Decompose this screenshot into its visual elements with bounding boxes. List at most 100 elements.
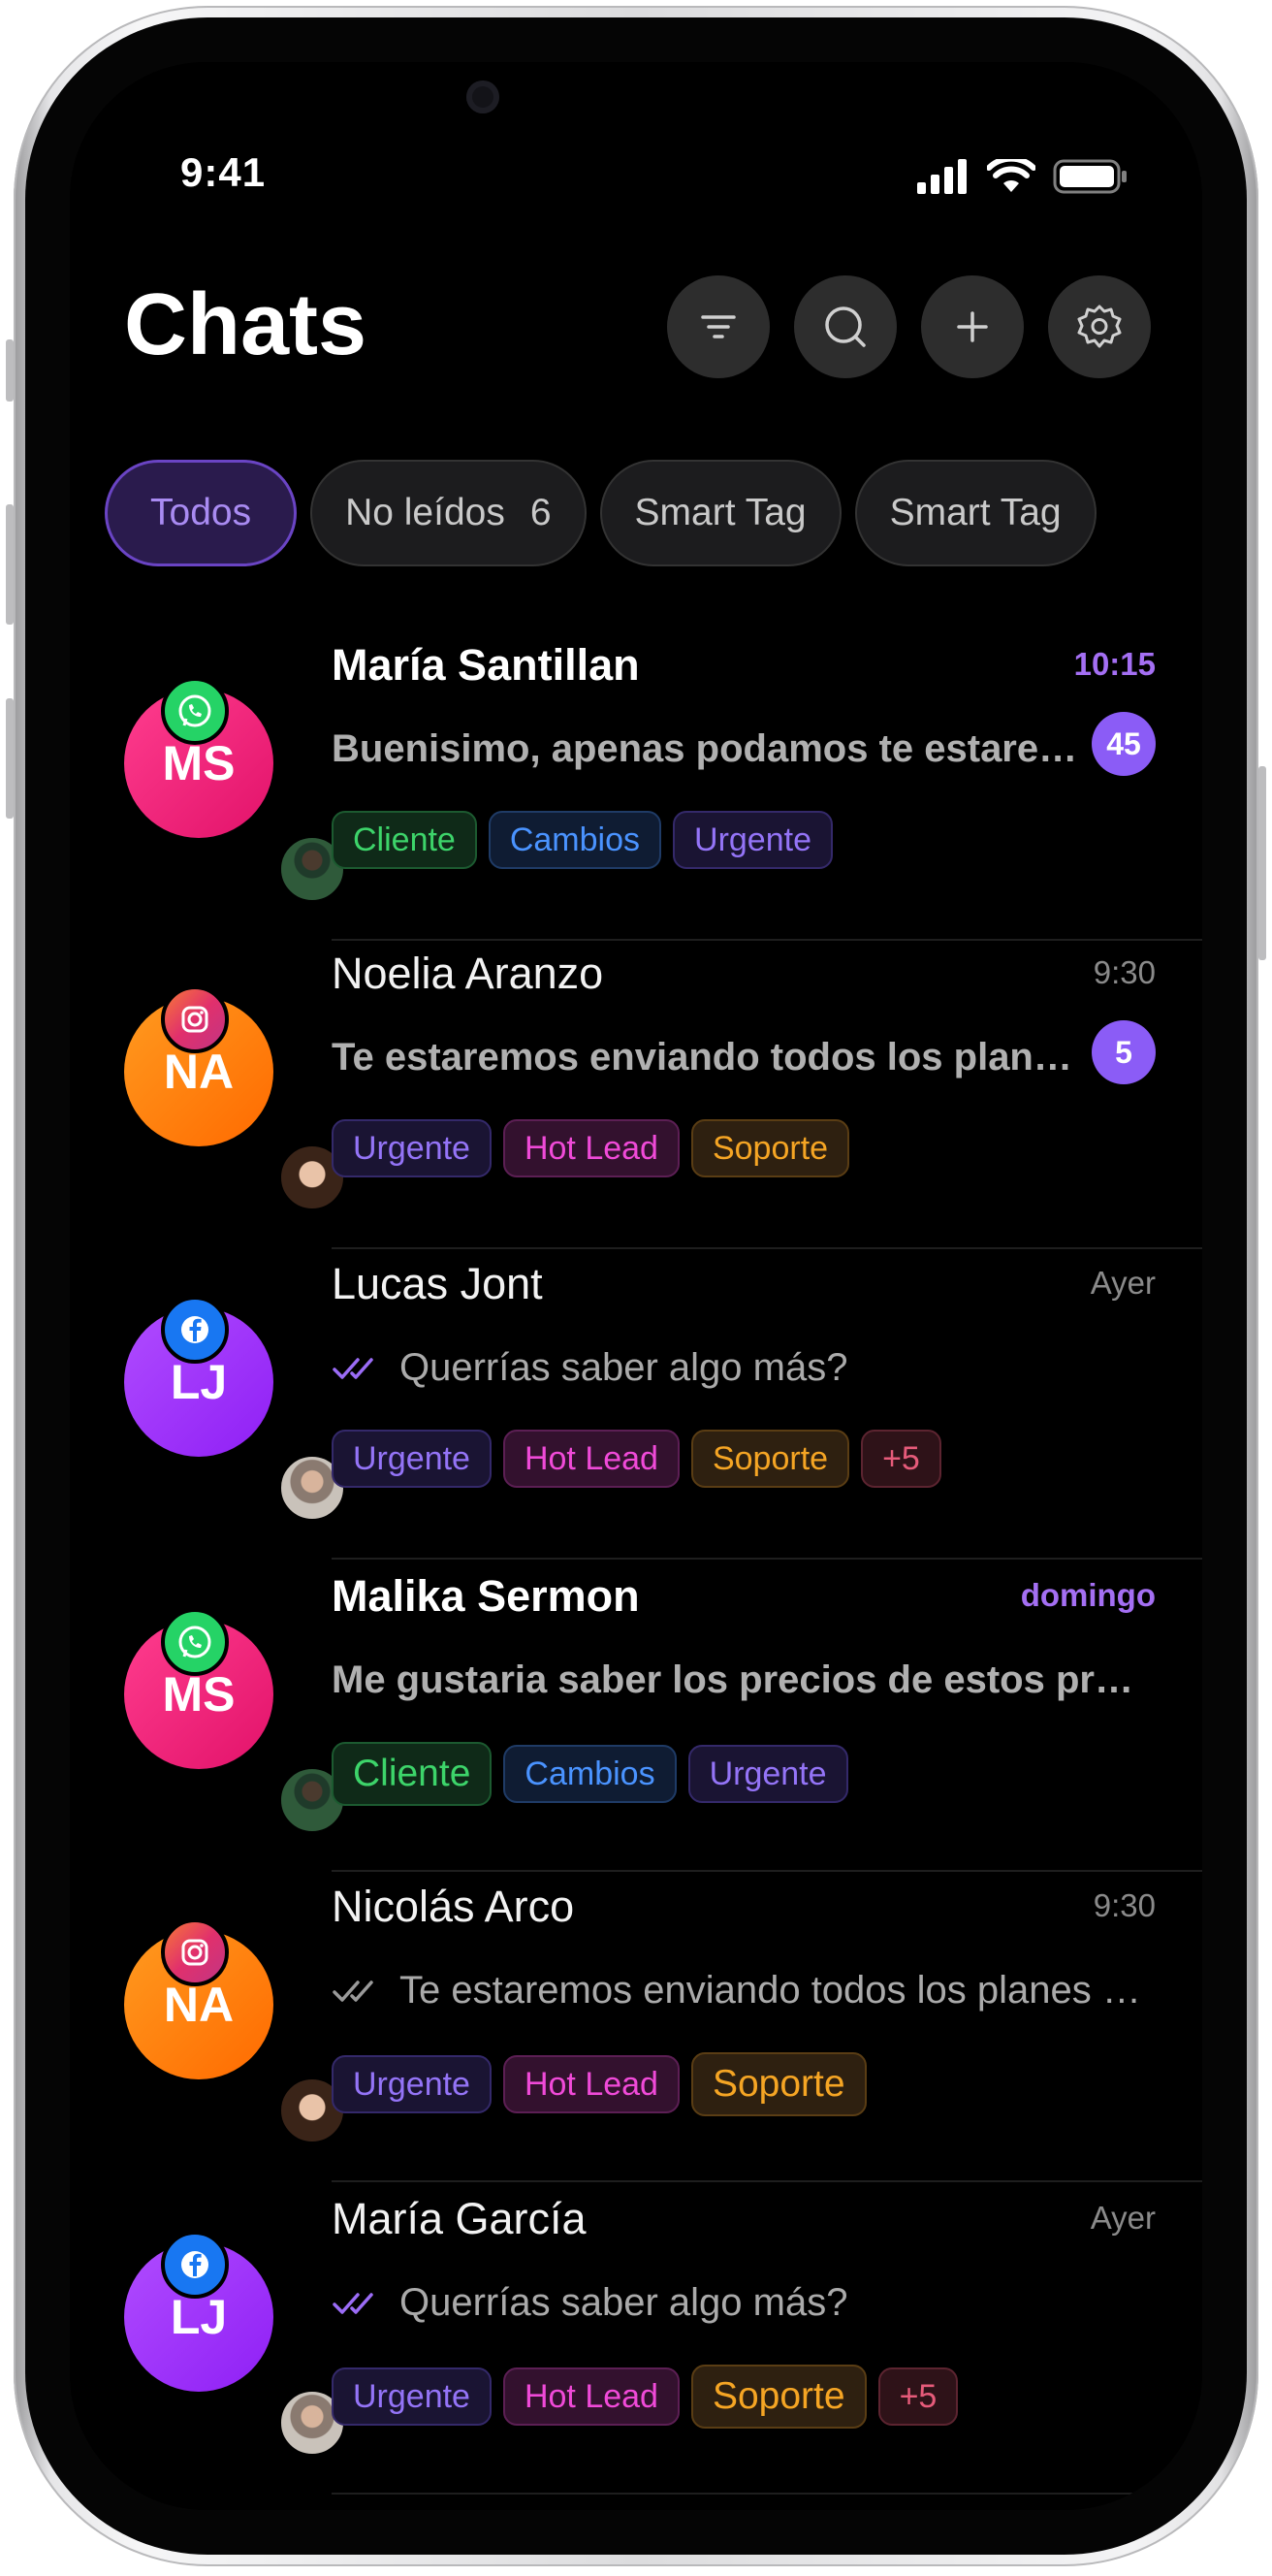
chat-row-nicolas-arco[interactable]: NA Nicolás Arco 9:30 Te estaremos envian… — [70, 1872, 1202, 2182]
filter-icon — [701, 315, 736, 338]
unread-badge: 45 — [1092, 712, 1156, 776]
tag-cliente[interactable]: Cliente — [332, 1742, 493, 1806]
tag-hot-lead[interactable]: Hot Lead — [502, 2367, 680, 2426]
chat-time: 9:30 — [1093, 1887, 1156, 1923]
chip-todos[interactable]: Todos — [105, 460, 298, 566]
battery-icon — [1053, 159, 1127, 194]
row-divider — [332, 2180, 1202, 2182]
tag-urgente[interactable]: Urgente — [332, 2055, 492, 2113]
facebook-badge — [161, 1296, 229, 1364]
tag-cambios[interactable]: Cambios — [488, 811, 662, 869]
avatar: MS — [124, 1608, 347, 1835]
chat-name: Malika Sermon — [332, 1571, 640, 1621]
instagram-icon — [181, 1939, 208, 1966]
chat-preview: Querrías saber algo más? — [399, 2281, 848, 2324]
tag-urgente[interactable]: Urgente — [332, 2367, 492, 2426]
avatar: NA — [124, 985, 347, 1212]
chip-label: Smart Tag — [889, 492, 1062, 533]
avatar: NA — [124, 1918, 347, 2145]
chat-row-maria-garcia[interactable]: LJ María García Ayer Querrías saber algo… — [70, 2184, 1202, 2495]
tag-list: Urgente Hot Lead Soporte +5 — [332, 1430, 941, 1488]
chat-name: Noelia Aranzo — [332, 949, 604, 998]
search-button[interactable] — [794, 275, 897, 378]
tag-list: Urgente Hot Lead Soporte — [332, 1119, 850, 1177]
chip-smart-tag[interactable]: Smart Tag — [599, 460, 842, 566]
row-divider — [332, 2493, 1202, 2495]
unread-filter-count: 6 — [529, 492, 552, 533]
tag-soporte[interactable]: Soporte — [690, 1430, 850, 1488]
chat-time: Ayer — [1090, 2200, 1156, 2236]
instagram-icon — [181, 1006, 208, 1033]
add-icon — [957, 311, 988, 342]
chip-label: No leídos — [345, 492, 505, 533]
tag-urgente[interactable]: Urgente — [332, 1430, 492, 1488]
whatsapp-badge — [161, 677, 229, 745]
chip-label: Smart Tag — [634, 492, 807, 533]
tag-urgente[interactable]: Urgente — [673, 811, 833, 869]
instagram-badge — [161, 985, 229, 1053]
chat-preview: Querrías saber algo más? — [399, 1346, 848, 1389]
facebook-badge — [161, 2231, 229, 2299]
page-title: Chats — [124, 276, 367, 373]
whatsapp-icon — [178, 694, 211, 727]
chat-name: Nicolás Arco — [332, 1882, 575, 1931]
dynamic-island — [363, 62, 913, 157]
read-receipt-icon — [333, 1358, 373, 1379]
chat-row-noelia-aranzo[interactable]: NA Noelia Aranzo 9:30 Te estaremos envia… — [70, 939, 1202, 1249]
tag-soporte[interactable]: Soporte — [690, 2052, 867, 2116]
tag-cambios[interactable]: Cambios — [503, 1745, 677, 1803]
tag-urgente[interactable]: Urgente — [332, 1119, 492, 1177]
power-button — [1258, 766, 1266, 960]
wifi-icon — [987, 159, 1035, 192]
status-time: 9:41 — [180, 149, 267, 195]
filter-button[interactable] — [667, 275, 770, 378]
tag-hot-lead[interactable]: Hot Lead — [502, 1119, 680, 1177]
tag-cliente[interactable]: Cliente — [332, 811, 477, 869]
chat-time: 9:30 — [1093, 954, 1156, 990]
chat-time: Ayer — [1090, 1265, 1156, 1301]
tag-soporte[interactable]: Soporte — [690, 1119, 850, 1177]
whatsapp-icon — [178, 1626, 211, 1658]
filter-chips: Todos No leídos 6 Smart Tag Smart Tag — [105, 460, 1097, 570]
avatar: LJ — [124, 2231, 347, 2458]
row-divider — [332, 1558, 1202, 1560]
tag-list: Urgente Hot Lead Soporte — [332, 2052, 867, 2116]
chat-time: 10:15 — [1073, 646, 1156, 682]
chip-label: Todos — [150, 492, 252, 533]
mute-switch — [6, 339, 14, 402]
signal-icon — [917, 159, 967, 194]
new-chat-button[interactable] — [921, 275, 1024, 378]
chat-row-malika-sermon[interactable]: MS Malika Sermon domingo Me gustaria sab… — [70, 1562, 1202, 1872]
chat-row-maria-santillan[interactable]: MS María Santillan 10:15 Buenisimo, apen… — [70, 630, 1202, 941]
tag-list: Cliente Cambios Urgente — [332, 811, 833, 869]
status-icons — [917, 159, 1129, 194]
tag-soporte[interactable]: Soporte — [690, 2365, 867, 2429]
unread-badge: 5 — [1092, 1020, 1156, 1084]
chat-time: domingo — [1020, 1577, 1156, 1613]
read-receipt-icon — [333, 2293, 373, 2314]
chat-preview: Buenisimo, apenas podamos te estaremos e… — [332, 727, 1088, 770]
chat-name: María García — [332, 2194, 587, 2243]
tag-more[interactable]: +5 — [861, 1430, 941, 1488]
tag-list: Cliente Cambios Urgente — [332, 1742, 848, 1806]
settings-button[interactable] — [1048, 275, 1151, 378]
chip-smart-tag-2[interactable]: Smart Tag — [854, 460, 1097, 566]
tag-more[interactable]: +5 — [877, 2367, 959, 2426]
instagram-badge — [161, 1918, 229, 1986]
tag-urgente[interactable]: Urgente — [687, 1745, 848, 1803]
chat-preview: Te estaremos enviando todos los planes d… — [399, 1969, 1156, 2012]
avatar: LJ — [124, 1296, 347, 1523]
volume-down-button — [6, 698, 14, 819]
settings-icon — [1077, 305, 1122, 348]
chat-preview: Te estaremos enviando todos los planes d… — [332, 1036, 1088, 1079]
facebook-icon — [181, 1316, 208, 1343]
camera — [466, 80, 499, 113]
tag-hot-lead[interactable]: Hot Lead — [502, 2055, 680, 2113]
tag-hot-lead[interactable]: Hot Lead — [502, 1430, 680, 1488]
chat-preview: Me gustaria saber los precios de estos p… — [332, 1658, 1156, 1701]
volume-up-button — [6, 504, 14, 625]
chat-row-lucas-jont[interactable]: LJ Lucas Jont Ayer Querrías saber algo m… — [70, 1249, 1202, 1560]
chat-name: Lucas Jont — [332, 1259, 543, 1308]
delivered-receipt-icon — [333, 1980, 373, 2002]
chip-no-leidos[interactable]: No leídos 6 — [310, 460, 587, 566]
